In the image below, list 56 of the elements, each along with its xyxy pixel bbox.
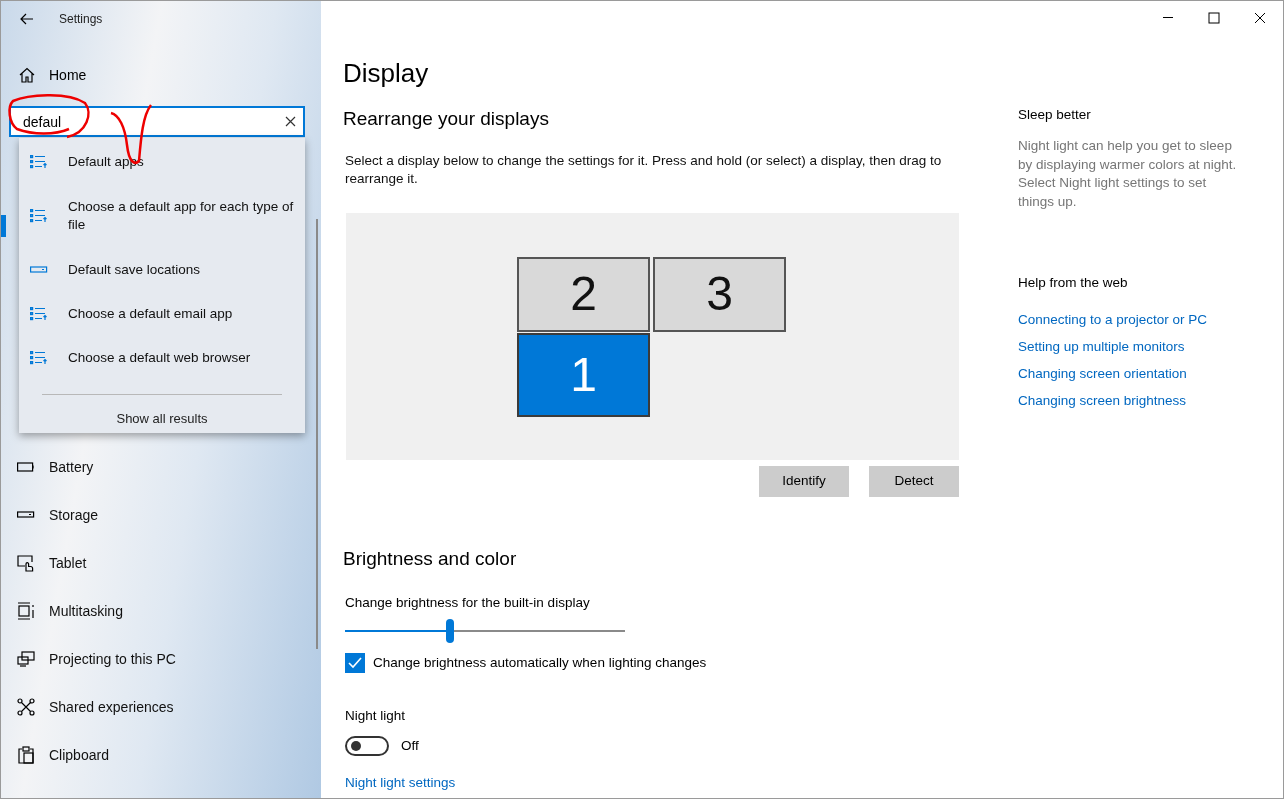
checkbox[interactable]: [345, 653, 365, 674]
help-link[interactable]: Changing screen brightness: [1018, 391, 1187, 410]
selection-indicator: [1, 215, 6, 237]
nav-item[interactable]: Tablet: [1, 539, 99, 587]
toggle-label: Night light: [344, 706, 407, 725]
close-icon[interactable]: [285, 116, 296, 127]
page-title: Display: [343, 57, 430, 90]
slider-label: Change brightness for the built-in display: [344, 594, 591, 612]
search-suggestion[interactable]: Choose a default web browser: [19, 336, 305, 380]
list-icon: [30, 307, 48, 321]
nav-item[interactable]: Clipboard: [1, 731, 121, 779]
nav-item[interactable]: Projecting to this PC: [1, 635, 188, 683]
search-field[interactable]: defaul: [9, 106, 305, 137]
section-heading: Rearrange your displays: [343, 107, 550, 131]
checkbox-label: Change brightness automatically when lighting changes: [373, 654, 707, 673]
aside-heading: Sleep better: [1018, 106, 1092, 124]
list-icon: [30, 209, 48, 223]
display-tile[interactable]: 1: [517, 332, 650, 417]
search-suggestion[interactable]: Choose a default app for each type of file: [19, 184, 305, 248]
aside-heading: Help from the web: [1018, 274, 1129, 293]
nav-item[interactable]: Multitasking: [1, 587, 135, 635]
home-nav-item[interactable]: Home: [19, 57, 95, 93]
night-light-settings-link[interactable]: Night light settings: [343, 773, 456, 794]
window-title: Settings: [59, 11, 103, 28]
display-tile[interactable]: 3: [653, 256, 786, 332]
windows-stack-icon: [17, 602, 35, 620]
show-all-results-link[interactable]: Show all results: [116, 409, 208, 429]
nav-item[interactable]: Storage: [1, 491, 111, 539]
help-link[interactable]: Setting up multiple monitors: [1018, 337, 1185, 356]
tablet-touch-icon: [17, 554, 35, 572]
identify-button[interactable]: Identify: [759, 465, 849, 497]
help-link[interactable]: Changing screen orientation: [1018, 364, 1187, 383]
toggle-state-text: Off: [401, 736, 419, 755]
search-suggestion[interactable]: Default save locations: [19, 248, 305, 292]
nav-item[interactable]: Shared experiences: [1, 683, 186, 731]
list-icon: [30, 155, 48, 169]
section-heading: Brightness and color: [343, 546, 518, 571]
list-icon: [30, 351, 48, 365]
maximize-icon[interactable]: [1208, 12, 1220, 24]
display-tile[interactable]: 2: [517, 256, 650, 332]
network-nodes-icon: [17, 698, 35, 716]
nav-item[interactable]: Battery: [1, 443, 106, 491]
clipboard-icon: [17, 746, 35, 764]
detect-button[interactable]: Detect: [869, 465, 959, 497]
home-icon: [19, 67, 35, 83]
monitors-icon: [17, 650, 35, 668]
drive-icon: [30, 266, 48, 274]
brightness-slider[interactable]: [343, 619, 627, 644]
help-link[interactable]: Connecting to a projector or PC: [1018, 310, 1208, 329]
description-text: Select a display below to change the settings for it. Press and hold (or select) a display, then drag to rearrange it.: [344, 151, 943, 188]
slider-thumb[interactable]: [446, 619, 454, 644]
back-button[interactable]: [19, 11, 35, 27]
close-icon[interactable]: [1254, 12, 1266, 24]
toggle-switch[interactable]: [345, 735, 389, 756]
search-suggestion[interactable]: Choose a default email app: [19, 292, 305, 336]
aside-text: Night light can help you get to sleep by displaying warmer colors at night. Select Night light settings to set things up.: [1018, 137, 1238, 211]
